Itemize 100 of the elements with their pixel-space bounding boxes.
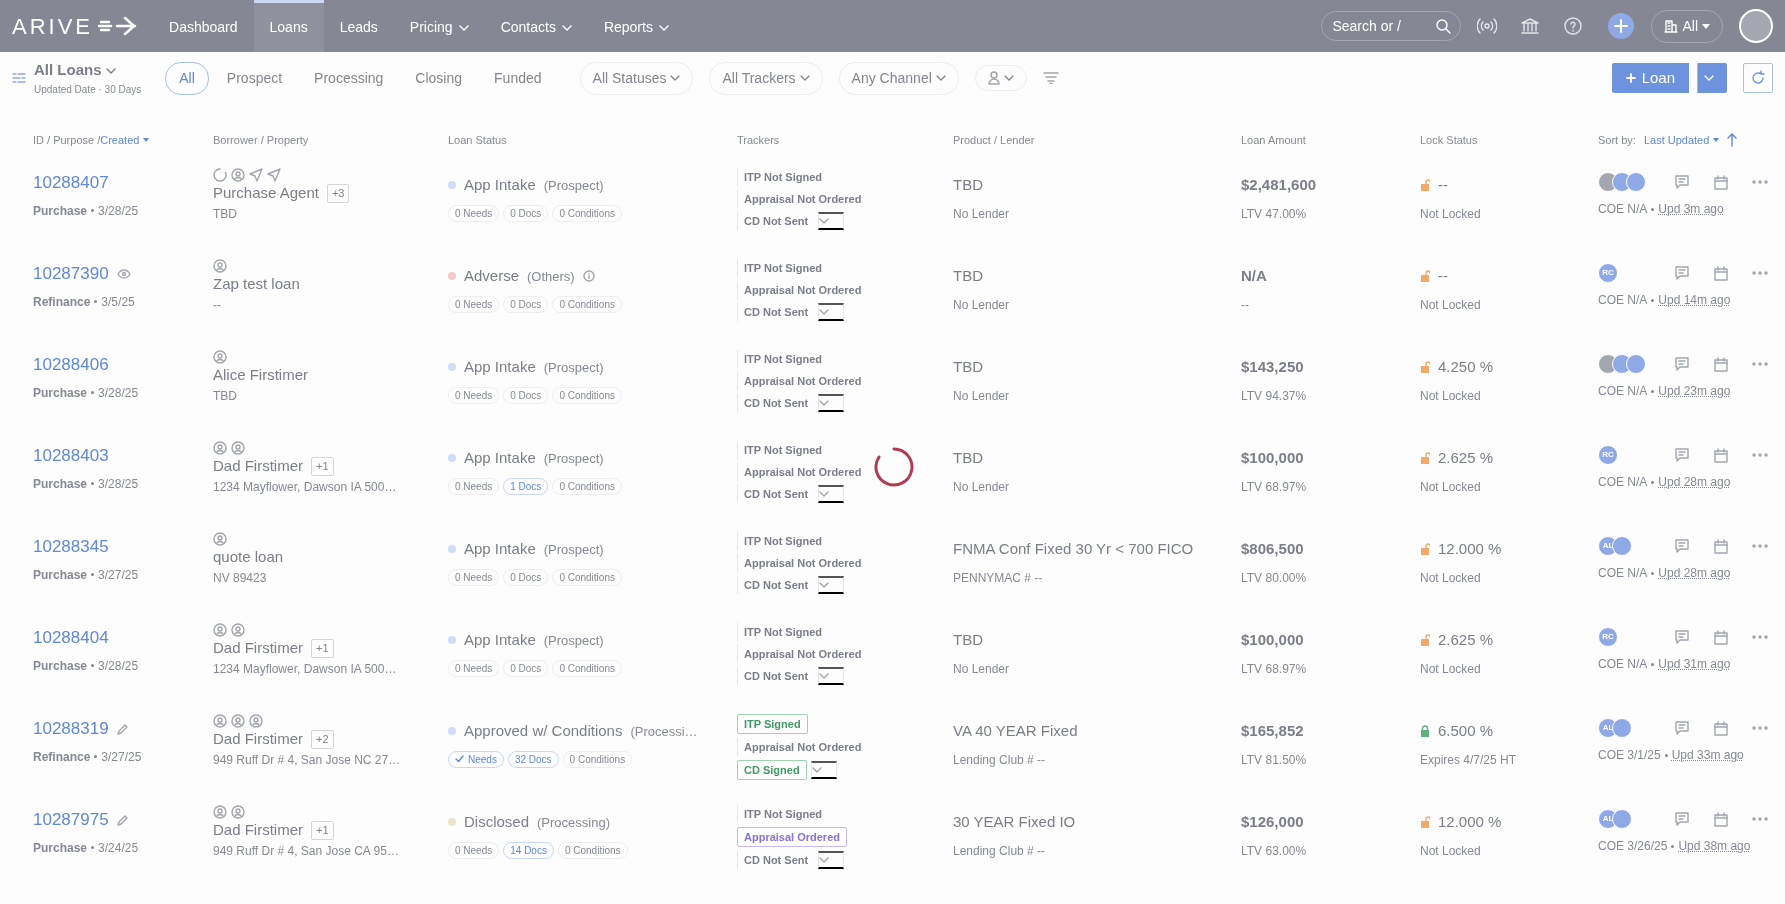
user-add-icon[interactable] (249, 714, 263, 728)
user-avatar[interactable] (1626, 354, 1646, 374)
tracker-tag[interactable]: CD Signed (737, 760, 807, 780)
tracker-tag[interactable]: CD Not Sent (737, 485, 815, 503)
list-menu-icon[interactable] (12, 71, 26, 85)
tracker-tag[interactable]: Appraisal Not Ordered (737, 554, 868, 572)
send-icon[interactable] (267, 168, 281, 182)
filter-tab[interactable]: Prospect (212, 61, 297, 95)
tracker-tag[interactable]: ITP Not Signed (737, 259, 829, 277)
tracker-expand-button[interactable] (818, 576, 845, 594)
user-avatar[interactable] (1626, 172, 1646, 192)
chat-icon[interactable] (1674, 629, 1690, 645)
loan-id-link[interactable]: 10288407 (33, 170, 109, 196)
tracker-expand-button[interactable] (818, 485, 845, 503)
user-avatar[interactable] (1612, 809, 1632, 829)
bank-icon[interactable] (1521, 17, 1540, 35)
tracker-tag[interactable]: CD Not Sent (737, 303, 815, 321)
calendar-icon[interactable] (1714, 720, 1728, 736)
filter-dropdown[interactable]: All Trackers (709, 61, 823, 95)
more-icon[interactable] (1752, 635, 1768, 639)
user-add-icon[interactable] (231, 441, 245, 455)
loan-id-link[interactable]: 10288345 (33, 534, 109, 560)
tracker-tag[interactable]: ITP Not Signed (737, 441, 829, 459)
more-icon[interactable] (1752, 180, 1768, 184)
nav-tab[interactable]: Loans (253, 0, 324, 52)
tracker-tag[interactable]: ITP Not Signed (737, 623, 829, 641)
user-add-icon[interactable] (231, 805, 245, 819)
calendar-icon[interactable] (1714, 356, 1728, 372)
filter-icon[interactable] (1042, 72, 1059, 84)
tracker-expand-button[interactable] (818, 303, 845, 321)
tracker-tag[interactable]: CD Not Sent (737, 851, 815, 869)
user-avatar[interactable]: RC (1598, 263, 1618, 283)
user-avatar[interactable] (1612, 718, 1632, 738)
sort-dropdown[interactable]: Last Updated (1643, 131, 1720, 149)
calendar-icon[interactable] (1714, 629, 1728, 645)
send-icon[interactable] (249, 168, 263, 182)
filter-tab[interactable]: Processing (300, 61, 398, 95)
calendar-icon[interactable] (1714, 174, 1728, 190)
plus-icon[interactable] (1607, 12, 1636, 40)
tracker-tag[interactable]: Appraisal Ordered (737, 827, 847, 847)
pencil-icon[interactable] (116, 813, 129, 826)
filter-tab[interactable]: Funded (480, 61, 556, 95)
user-avatar[interactable] (1739, 9, 1773, 43)
tracker-tag[interactable]: CD Not Sent (737, 394, 815, 412)
tracker-tag[interactable]: Appraisal Not Ordered (737, 645, 868, 663)
loan-id-link[interactable]: 10288403 (33, 443, 109, 469)
chat-icon[interactable] (1674, 174, 1690, 190)
user-avatar[interactable]: RC (1598, 445, 1618, 465)
user-add-icon[interactable] (231, 714, 245, 728)
tracker-expand-button[interactable] (818, 394, 845, 412)
chat-icon[interactable] (1674, 356, 1690, 372)
loan-id-link[interactable]: 10288319 (33, 716, 109, 742)
nav-tab[interactable]: Contacts (484, 0, 588, 52)
nav-tab[interactable]: Reports (587, 0, 685, 52)
user-add-icon[interactable] (213, 714, 227, 728)
tracker-tag[interactable]: Appraisal Not Ordered (737, 190, 868, 208)
more-icon[interactable] (1752, 817, 1768, 821)
nav-tab[interactable]: Pricing (393, 0, 485, 52)
loan-id-link[interactable]: 10287975 (33, 807, 109, 833)
tracker-tag[interactable]: Appraisal Not Ordered (737, 281, 868, 299)
help-icon[interactable] (1563, 16, 1584, 36)
broadcast-icon[interactable] (1477, 18, 1498, 34)
user-avatar[interactable]: RC (1598, 627, 1618, 647)
view-dropdown[interactable]: All Loans (34, 59, 142, 82)
tracker-tag[interactable]: Appraisal Not Ordered (737, 463, 868, 481)
tracker-tag[interactable]: CD Not Sent (737, 212, 815, 230)
tracker-tag[interactable]: ITP Signed (737, 714, 808, 734)
user-add-icon[interactable] (213, 623, 227, 637)
filter-dropdown[interactable]: Any Channel (838, 61, 959, 95)
loan-id-link[interactable]: 10288406 (33, 352, 109, 378)
loading-icon[interactable] (213, 168, 227, 182)
updated-time-link[interactable]: Upd 38m ago (1678, 837, 1751, 855)
chat-icon[interactable] (1674, 720, 1690, 736)
sort-link[interactable]: Created (100, 131, 150, 149)
refresh-button[interactable] (1743, 63, 1773, 93)
tracker-expand-button[interactable] (818, 851, 845, 869)
updated-time-link[interactable]: Upd 3m ago (1658, 200, 1724, 218)
user-add-icon[interactable] (213, 259, 227, 273)
pencil-icon[interactable] (116, 722, 129, 735)
filter-dropdown[interactable]: All Statuses (579, 61, 694, 95)
more-icon[interactable] (1752, 453, 1768, 457)
user-add-icon[interactable] (213, 532, 227, 546)
more-icon[interactable] (1752, 271, 1768, 275)
more-icon[interactable] (1752, 726, 1768, 730)
updated-time-link[interactable]: Upd 28m ago (1658, 564, 1731, 582)
user-add-icon[interactable] (231, 623, 245, 637)
new-loan-caret-button[interactable] (1697, 63, 1727, 93)
updated-time-link[interactable]: Upd 23m ago (1658, 382, 1731, 400)
tracker-tag[interactable]: CD Not Sent (737, 576, 815, 594)
user-add-icon[interactable] (213, 350, 227, 364)
tracker-tag[interactable]: ITP Not Signed (737, 168, 829, 186)
user-add-icon[interactable] (213, 441, 227, 455)
tracker-expand-button[interactable] (818, 667, 845, 685)
user-avatar[interactable] (1612, 536, 1632, 556)
more-icon[interactable] (1752, 362, 1768, 366)
updated-time-link[interactable]: Upd 33m ago (1671, 746, 1744, 764)
tracker-tag[interactable]: ITP Not Signed (737, 805, 829, 823)
calendar-icon[interactable] (1714, 447, 1728, 463)
sort-direction-arrow-icon[interactable] (1727, 133, 1738, 147)
calendar-icon[interactable] (1714, 538, 1728, 554)
